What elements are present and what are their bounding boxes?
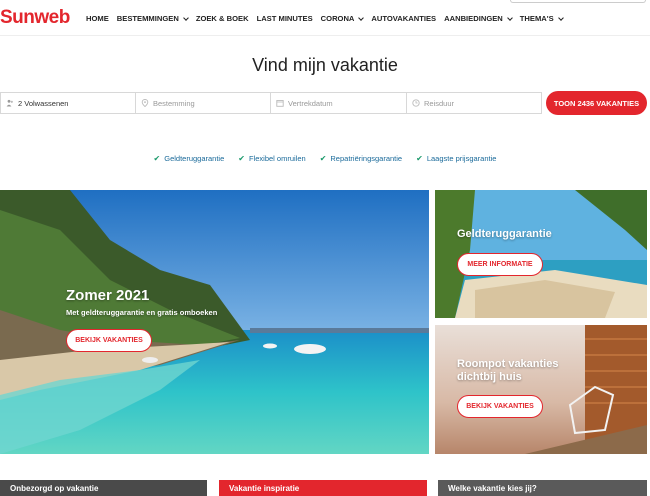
tile-title: Geldteruggarantie — [457, 228, 552, 240]
nav-bestemmingen[interactable]: BESTEMMINGEN — [116, 14, 189, 23]
roompot-tile[interactable]: Roompot vakanties dichtbij huis BEKIJK V… — [435, 325, 647, 454]
travellers-field[interactable]: 2 Volwassenen — [0, 92, 135, 114]
chevron-down-icon — [358, 14, 365, 21]
nav-label: AUTOVAKANTIES — [371, 14, 437, 23]
nav-label: HOME — [86, 14, 109, 23]
people-icon — [6, 99, 14, 107]
show-holidays-button[interactable]: TOON 2436 VAKANTIES — [546, 91, 647, 115]
clock-icon — [412, 99, 420, 107]
check-icon: ✔ — [416, 154, 423, 163]
departure-date-field[interactable]: Vertrekdatum — [270, 92, 406, 114]
page-title: Vind mijn vakantie — [252, 55, 398, 75]
nav-label: ZOEK & BOEK — [195, 14, 249, 23]
nav-label: AANBIEDINGEN — [444, 14, 503, 23]
calendar-icon — [276, 99, 284, 107]
tile-terrace-image — [435, 325, 647, 454]
site-header: Sunweb HOME BESTEMMINGEN ZOEK & BOEK LAS… — [0, 0, 650, 36]
usp-label: Geldteruggarantie — [164, 154, 225, 163]
hero-beach-image — [0, 190, 429, 454]
sunweb-logo[interactable]: Sunweb — [0, 7, 70, 29]
nav-label: BESTEMMINGEN — [116, 14, 179, 23]
check-icon: ✔ — [153, 154, 161, 163]
travellers-value: 2 Volwassenen — [18, 98, 69, 108]
nav-corona[interactable]: CORONA — [320, 14, 365, 23]
tile-title-line1: Roompot vakanties — [457, 358, 559, 370]
carefree-holiday-card[interactable]: Onbezorgd op vakantie — [0, 480, 207, 496]
nav-label: LAST MINUTES — [256, 14, 313, 23]
duration-field[interactable]: Reisduur — [406, 92, 542, 114]
nav-label: THEMA'S — [519, 14, 554, 23]
nav-themas[interactable]: THEMA'S — [519, 14, 564, 23]
chevron-down-icon — [182, 14, 189, 21]
check-icon: ✔ — [319, 154, 327, 163]
usp-label: Laagste prijsgarantie — [426, 154, 497, 163]
nav-home[interactable]: HOME — [86, 14, 109, 23]
usp-item[interactable]: ✔ Geldteruggarantie — [154, 154, 225, 163]
chevron-down-icon — [506, 14, 513, 21]
destination-field[interactable]: Bestemming — [135, 92, 270, 114]
duration-placeholder: Reisduur — [424, 98, 455, 108]
nav-aanbiedingen[interactable]: AANBIEDINGEN — [444, 14, 513, 23]
hero-view-holidays-button[interactable]: BEKIJK VAKANTIES — [66, 329, 152, 352]
usp-label: Flexibel omruilen — [248, 154, 306, 163]
nav-autovakanties[interactable]: AUTOVAKANTIES — [371, 14, 436, 23]
tile-title-line2: dichtbij huis — [457, 371, 522, 383]
usp-label: Repatriëringsgarantie — [330, 154, 403, 163]
nav-zoek-boek[interactable]: ZOEK & BOEK — [196, 14, 249, 23]
nav-last-minutes[interactable]: LAST MINUTES — [257, 14, 313, 23]
check-icon: ✔ — [238, 154, 245, 163]
account-bar[interactable] — [510, 0, 646, 3]
holiday-inspiration-card[interactable]: Vakantie inspiratie — [219, 480, 427, 496]
more-info-button[interactable]: MEER INFORMATIE — [457, 253, 543, 276]
chevron-down-icon — [557, 14, 564, 21]
nav-label: CORONA — [320, 14, 355, 23]
tile-view-holidays-button[interactable]: BEKIJK VAKANTIES — [457, 395, 543, 418]
usp-item[interactable]: ✔ Flexibel omruilen — [238, 154, 305, 163]
usp-item[interactable]: ✔ Laagste prijsgarantie — [416, 154, 496, 163]
hero-subtitle: Met geldteruggarantie en gratis omboeken — [66, 308, 218, 317]
hero-banner[interactable]: Zomer 2021 Met geldteruggarantie en grat… — [0, 190, 429, 454]
hero-title: Zomer 2021 — [66, 287, 150, 304]
destination-placeholder: Bestemming — [153, 98, 195, 108]
main-nav: HOME BESTEMMINGEN ZOEK & BOEK LAST MINUT… — [86, 14, 571, 23]
usp-item[interactable]: ✔ Repatriëringsgarantie — [320, 154, 402, 163]
which-holiday-card[interactable]: Welke vakantie kies jij? — [438, 480, 647, 496]
location-pin-icon — [141, 99, 149, 107]
departure-placeholder: Vertrekdatum — [288, 98, 333, 108]
money-back-tile[interactable]: Geldteruggarantie MEER INFORMATIE — [435, 190, 647, 318]
usp-list: ✔ Geldteruggarantie ✔ Flexibel omruilen ✔ R… — [0, 154, 650, 163]
search-bar: 2 Volwassenen Bestemming Vertrekdatum Re… — [0, 92, 542, 114]
